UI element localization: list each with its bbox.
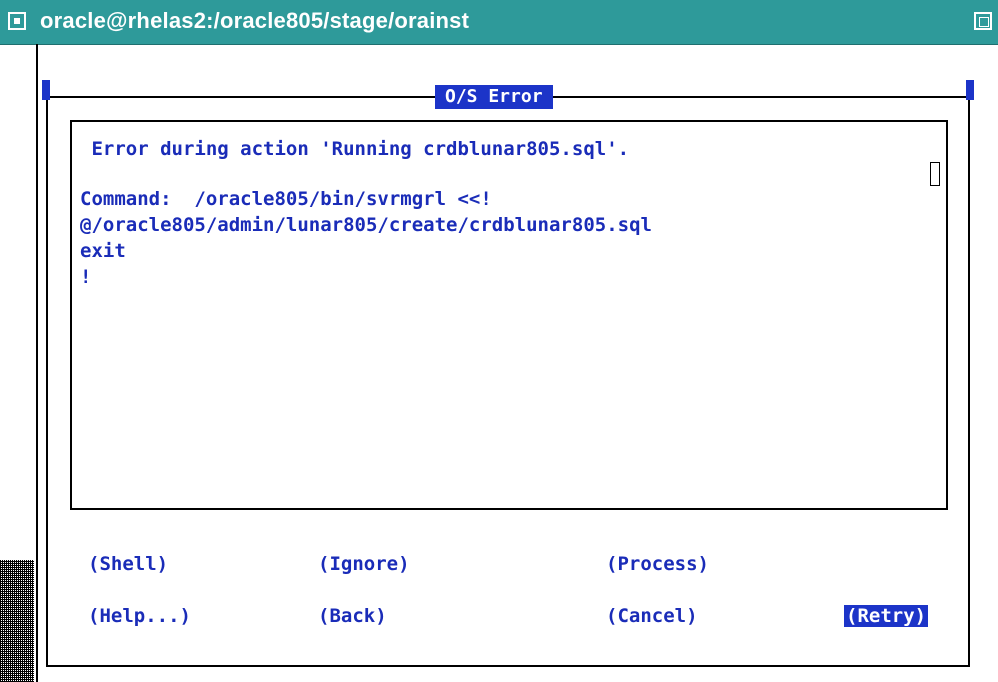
window-title: oracle@rhelas2:/oracle805/stage/orainst [40,8,470,33]
dialog-corner-left [42,80,50,100]
error-message-area[interactable]: Error during action 'Running crdblunar80… [70,120,948,510]
ignore-button[interactable]: (Ignore) [318,553,410,575]
process-button[interactable]: (Process) [606,553,709,575]
back-button[interactable]: (Back) [318,605,387,627]
window-menu-icon[interactable] [8,12,26,30]
textarea-scroll-thumb[interactable] [930,162,940,186]
shell-button[interactable]: (Shell) [88,553,168,575]
message-line-1: Error during action 'Running crdblunar80… [80,138,630,160]
window-titlebar[interactable]: oracle@rhelas2:/oracle805/stage/orainst [0,0,998,45]
message-line-6: ! [80,266,92,288]
message-line-4: @/oracle805/admin/lunar805/create/crdblu… [80,214,652,236]
scrollbar[interactable] [0,560,34,682]
help-button[interactable]: (Help...) [88,605,191,627]
maximize-icon[interactable] [974,12,992,30]
message-line-5: exit [80,240,126,262]
dialog-title: O/S Error [435,85,553,109]
retry-button[interactable]: (Retry) [844,605,929,627]
terminal-screen: oracle@rhelas2:/oracle805/stage/orainst … [0,0,998,682]
window-frame-left [36,44,38,682]
dialog-corner-right [966,80,974,100]
message-line-3: Command: /oracle805/bin/svrmgrl <<! [80,188,492,210]
cancel-button[interactable]: (Cancel) [606,605,698,627]
